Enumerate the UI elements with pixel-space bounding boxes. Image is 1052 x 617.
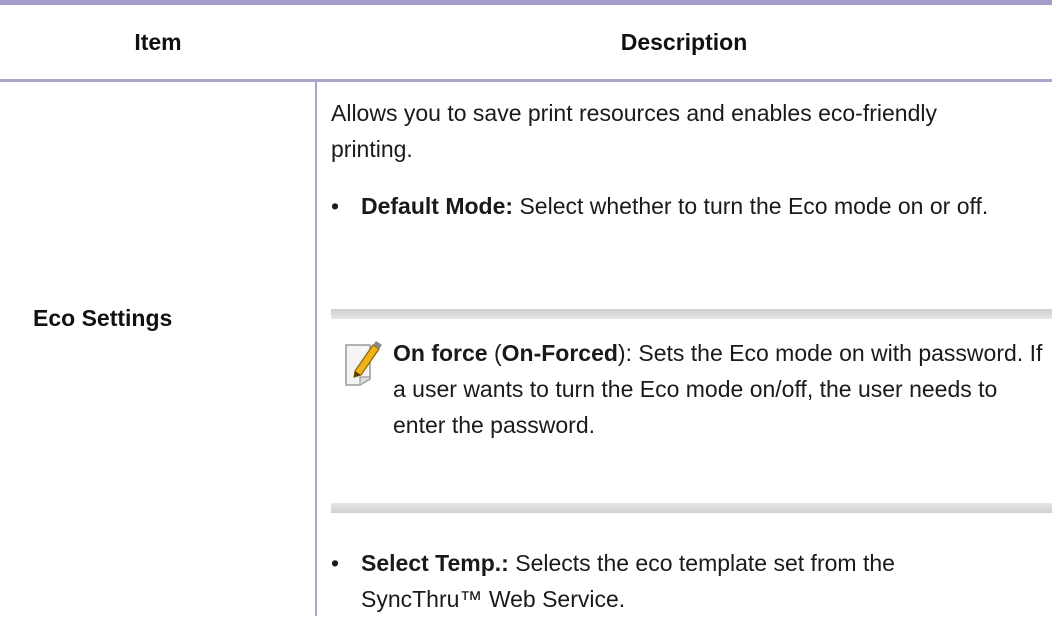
header-item: Item <box>134 29 182 55</box>
description-intro: Allows you to save print resources and e… <box>331 100 937 162</box>
bullet-text: Default Mode: Select whether to turn the… <box>361 188 1001 224</box>
bullet-label: Select Temp.: <box>361 550 509 576</box>
table-header: Item Description <box>0 5 1052 82</box>
note-bottom-band <box>331 503 1052 513</box>
bullet-label: Default Mode: <box>361 193 514 219</box>
column-divider <box>315 79 317 616</box>
note-top-band <box>331 309 1052 319</box>
note-label: On force <box>393 340 488 366</box>
note-sublabel: On-Forced <box>501 340 618 366</box>
bullet-marker: • <box>331 550 340 576</box>
note-paren: ( <box>487 340 502 366</box>
bullet-text: Select Temp.: Selects the eco template s… <box>361 545 1001 617</box>
note-box: On force (On-Forced): Sets the Eco mode … <box>331 309 1052 513</box>
bullet-body: Select whether to turn the Eco mode on o… <box>513 193 989 219</box>
note-text: On force (On-Forced): Sets the Eco mode … <box>393 335 1043 443</box>
header-description: Description <box>620 29 748 55</box>
bullet-marker: • <box>331 193 340 219</box>
document-page: Item Description Eco Settings Allows you… <box>0 0 1052 616</box>
item-eco-settings: Eco Settings <box>33 305 173 331</box>
note-pencil-icon <box>343 339 383 387</box>
